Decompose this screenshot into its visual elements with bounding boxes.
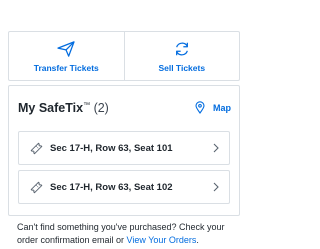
safetix-title: My SafeTix	[18, 101, 84, 115]
transfer-tickets-button[interactable]: Transfer Tickets	[9, 32, 124, 80]
ticket-actions-card: Transfer Tickets Sell Tickets	[8, 31, 240, 81]
chevron-right-icon	[213, 143, 219, 153]
seat-label: Sec 17-H, Row 63, Seat 102	[50, 181, 173, 193]
map-link[interactable]: Map	[195, 101, 231, 114]
sell-tickets-button[interactable]: Sell Tickets	[123, 32, 240, 80]
seat-row-2[interactable]: Sec 17-H, Row 63, Seat 102	[18, 170, 230, 204]
help-text: Can't find something you've purchased? C…	[17, 221, 237, 247]
refresh-icon	[175, 42, 188, 56]
map-pin-icon	[195, 101, 205, 114]
trademark-symbol: ™	[83, 101, 91, 109]
ticket-count: (2)	[93, 101, 109, 115]
ticket-icon	[30, 181, 43, 193]
paper-plane-icon	[57, 41, 75, 57]
transfer-tickets-label: Transfer Tickets	[33, 63, 99, 73]
map-label: Map	[213, 102, 231, 113]
sell-tickets-label: Sell Tickets	[158, 63, 206, 73]
seat-label: Sec 17-H, Row 63, Seat 101	[50, 142, 173, 154]
page: Transfer Tickets Sell Tickets My SafeTix…	[0, 0, 249, 249]
safetix-card: My SafeTix™ (2) Map Sec 17-H, Row 63, Se…	[8, 85, 240, 216]
seat-row-1[interactable]: Sec 17-H, Row 63, Seat 101	[18, 131, 230, 165]
safetix-heading: My SafeTix™ (2)	[18, 101, 109, 115]
ticket-icon	[30, 142, 43, 154]
help-text-end: .	[196, 235, 199, 245]
chevron-right-icon	[213, 182, 219, 192]
view-your-orders-link[interactable]: View Your Orders	[127, 235, 197, 245]
